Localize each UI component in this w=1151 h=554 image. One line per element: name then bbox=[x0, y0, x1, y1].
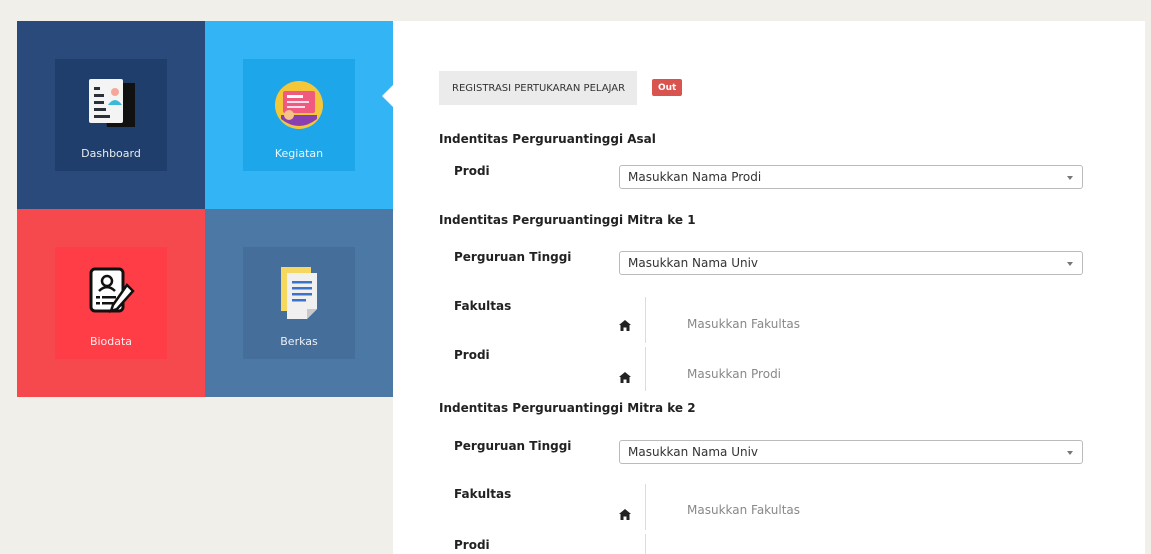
section-title-mitra1: Indentitas Perguruantinggi Mitra ke 1 bbox=[439, 213, 696, 227]
tile-label-berkas: Berkas bbox=[280, 335, 318, 348]
tile-menu: Dashboard Kegiatan Biodata Berkas bbox=[17, 21, 393, 397]
section-title-mitra2: Indentitas Perguruantinggi Mitra ke 2 bbox=[439, 401, 696, 415]
input-divider bbox=[645, 534, 646, 554]
pt-mitra1-select[interactable]: Masukkan Nama Univ bbox=[619, 251, 1083, 275]
chevron-down-icon bbox=[1067, 176, 1073, 180]
chevron-down-icon bbox=[1067, 451, 1073, 455]
fakultas-mitra1-input[interactable]: Masukkan Fakultas bbox=[687, 317, 800, 331]
tile-berkas[interactable]: Berkas bbox=[205, 209, 393, 397]
presentation-hand-icon bbox=[275, 81, 323, 129]
tile-biodata[interactable]: Biodata bbox=[17, 209, 205, 397]
document-person-icon bbox=[89, 79, 135, 127]
tile-kegiatan[interactable]: Kegiatan bbox=[205, 21, 393, 209]
field-label-prodi-mitra1: Prodi bbox=[454, 348, 490, 362]
tile-label-kegiatan: Kegiatan bbox=[274, 147, 324, 160]
registration-header: REGISTRASI PERTUKARAN PELAJAR bbox=[439, 71, 638, 105]
field-label-fakultas-mitra2: Fakultas bbox=[454, 487, 512, 501]
tile-dashboard[interactable]: Dashboard bbox=[17, 21, 205, 209]
out-badge[interactable]: Out bbox=[652, 79, 683, 96]
prodi-asal-select-value: Masukkan Nama Prodi bbox=[628, 170, 762, 184]
field-label-pt-mitra1: Perguruan Tinggi bbox=[454, 250, 572, 264]
registration-panel: REGISTRASI PERTUKARAN PELAJAR Out Indent… bbox=[382, 21, 1145, 554]
input-divider bbox=[645, 484, 646, 530]
tile-label-biodata: Biodata bbox=[89, 335, 133, 348]
pt-mitra2-select[interactable]: Masukkan Nama Univ bbox=[619, 440, 1083, 464]
home-icon bbox=[619, 320, 631, 331]
form-pencil-icon bbox=[89, 267, 135, 313]
field-label-prodi-mitra2: Prodi bbox=[454, 538, 490, 552]
prodi-mitra1-input[interactable]: Masukkan Prodi bbox=[687, 367, 781, 381]
tile-label-dashboard: Dashboard bbox=[81, 147, 141, 160]
field-label-prodi-asal: Prodi bbox=[454, 164, 490, 178]
panel-pointer bbox=[382, 85, 393, 107]
home-icon bbox=[619, 509, 631, 520]
prodi-asal-select[interactable]: Masukkan Nama Prodi bbox=[619, 165, 1083, 189]
chevron-down-icon bbox=[1067, 262, 1073, 266]
section-title-asal: Indentitas Perguruantinggi Asal bbox=[439, 132, 656, 146]
registration-title: REGISTRASI PERTUKARAN PELAJAR bbox=[452, 82, 626, 94]
input-divider bbox=[645, 297, 646, 343]
input-divider bbox=[645, 347, 646, 391]
field-label-fakultas-mitra1: Fakultas bbox=[454, 299, 512, 313]
files-icon bbox=[281, 267, 317, 319]
fakultas-mitra2-input[interactable]: Masukkan Fakultas bbox=[687, 503, 800, 517]
pt-mitra1-select-value: Masukkan Nama Univ bbox=[628, 256, 759, 270]
pt-mitra2-select-value: Masukkan Nama Univ bbox=[628, 445, 759, 459]
home-icon bbox=[619, 372, 631, 383]
field-label-pt-mitra2: Perguruan Tinggi bbox=[454, 439, 572, 453]
